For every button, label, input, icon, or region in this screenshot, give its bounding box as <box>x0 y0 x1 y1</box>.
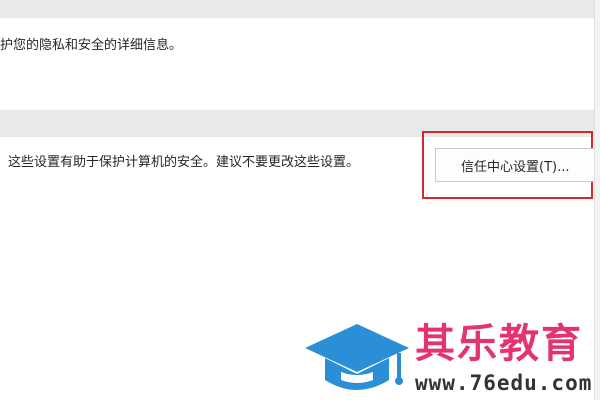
watermark-url: www.76edu.com <box>415 371 593 395</box>
trust-center-settings-button[interactable]: 信任中心设置(T)... <box>435 148 595 182</box>
watermark-logo: 其乐教育 www.76edu.com <box>303 320 595 396</box>
privacy-info-text: 护您的隐私和安全的详细信息。 <box>0 38 183 53</box>
watermark-name: 其乐教育 <box>415 321 583 367</box>
graduation-cap-icon <box>305 324 409 390</box>
section-header-band-top <box>0 0 595 18</box>
trust-center-panel: 护您的隐私和安全的详细信息。 这些设置有助于保护计算机的安全。建议不要更改这些设… <box>0 0 600 400</box>
trust-center-description: 这些设置有助于保护计算机的安全。建议不要更改这些设置。 <box>8 155 360 170</box>
